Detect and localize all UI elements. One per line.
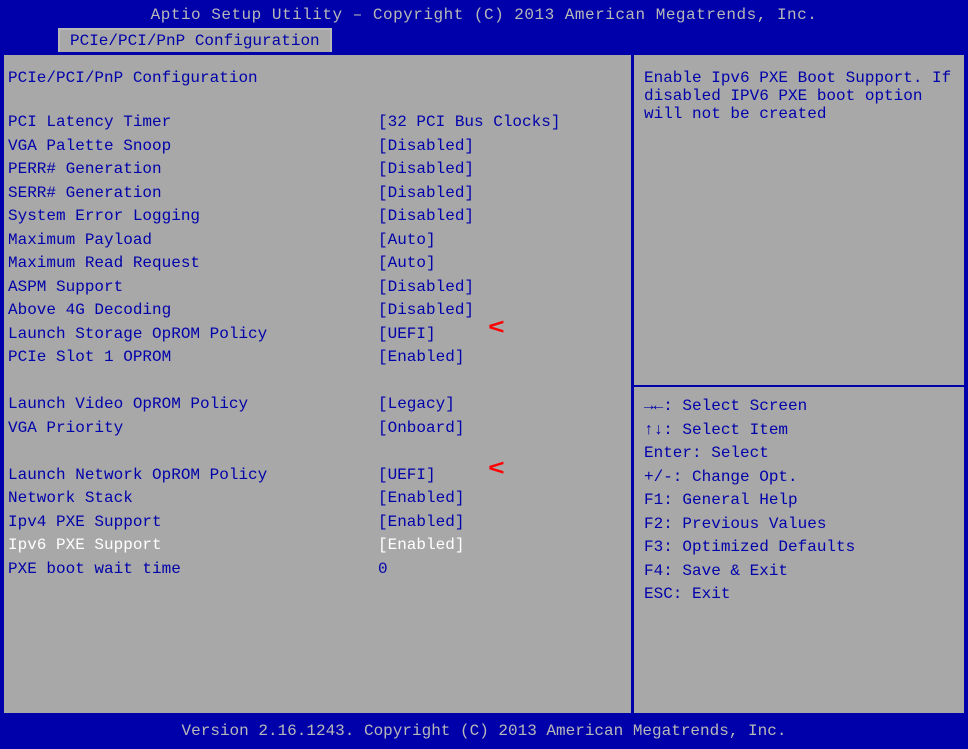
- setting-value[interactable]: [Disabled]: [378, 205, 474, 229]
- setting-label: System Error Logging: [8, 205, 378, 229]
- setting-label: PXE boot wait time: [8, 558, 378, 582]
- title-bar: Aptio Setup Utility – Copyright (C) 2013…: [4, 0, 964, 28]
- annotation-arrow-icon: <: [488, 460, 505, 479]
- setting-label: Maximum Read Request: [8, 252, 378, 276]
- setting-label: SERR# Generation: [8, 182, 378, 206]
- spacer: [8, 440, 627, 464]
- help-key-line: F1: General Help: [644, 489, 958, 513]
- setting-row[interactable]: PERR# Generation[Disabled]: [8, 158, 627, 182]
- setting-row[interactable]: Ipv6 PXE Support[Enabled]: [8, 534, 627, 558]
- setting-row[interactable]: VGA Priority[Onboard]: [8, 417, 627, 441]
- setting-row[interactable]: VGA Palette Snoop[Disabled]: [8, 135, 627, 159]
- annotation-arrow-icon: <: [488, 319, 505, 338]
- setting-label: ASPM Support: [8, 276, 378, 300]
- setting-label: Launch Storage OpROM Policy: [8, 323, 378, 347]
- setting-value[interactable]: [Disabled]: [378, 182, 474, 206]
- setting-row[interactable]: Ipv4 PXE Support[Enabled]: [8, 511, 627, 535]
- setting-label: Maximum Payload: [8, 229, 378, 253]
- setting-label: VGA Palette Snoop: [8, 135, 378, 159]
- spacer: [8, 370, 627, 394]
- help-keys: →←: Select Screen↑↓: Select ItemEnter: S…: [644, 395, 958, 607]
- setting-value[interactable]: [Enabled]: [378, 487, 464, 511]
- help-key-line: F4: Save & Exit: [644, 560, 958, 584]
- setting-row[interactable]: PCIe Slot 1 OPROM[Enabled]: [8, 346, 627, 370]
- setting-value[interactable]: 0: [378, 558, 388, 582]
- footer: Version 2.16.1243. Copyright (C) 2013 Am…: [4, 716, 964, 746]
- tab-row: PCIe/PCI/PnP Configuration: [4, 28, 964, 52]
- setting-row[interactable]: Network Stack[Enabled]: [8, 487, 627, 511]
- setting-label: PCI Latency Timer: [8, 111, 378, 135]
- setting-value[interactable]: [Disabled]: [378, 299, 474, 323]
- setting-label: Launch Video OpROM Policy: [8, 393, 378, 417]
- setting-label: Network Stack: [8, 487, 378, 511]
- setting-label: Launch Network OpROM Policy: [8, 464, 378, 488]
- setting-label: Above 4G Decoding: [8, 299, 378, 323]
- setting-row[interactable]: SERR# Generation[Disabled]: [8, 182, 627, 206]
- setting-value[interactable]: [Disabled]: [378, 158, 474, 182]
- main-content: PCIe/PCI/PnP Configuration PCI Latency T…: [4, 52, 964, 716]
- setting-row[interactable]: Maximum Read Request[Auto]: [8, 252, 627, 276]
- setting-row[interactable]: Launch Video OpROM Policy[Legacy]: [8, 393, 627, 417]
- setting-label: VGA Priority: [8, 417, 378, 441]
- setting-row[interactable]: System Error Logging[Disabled]: [8, 205, 627, 229]
- tab-pcie[interactable]: PCIe/PCI/PnP Configuration: [58, 28, 332, 52]
- setting-value[interactable]: [Disabled]: [378, 276, 474, 300]
- help-key-line: +/-: Change Opt.: [644, 466, 958, 490]
- help-key-line: F2: Previous Values: [644, 513, 958, 537]
- setting-value[interactable]: [32 PCI Bus Clocks]: [378, 111, 560, 135]
- divider: [634, 385, 964, 387]
- setting-value[interactable]: [Auto]: [378, 252, 436, 276]
- settings-panel: PCIe/PCI/PnP Configuration PCI Latency T…: [4, 55, 634, 713]
- help-key-line: ESC: Exit: [644, 583, 958, 607]
- setting-row[interactable]: Maximum Payload[Auto]: [8, 229, 627, 253]
- setting-label: PERR# Generation: [8, 158, 378, 182]
- setting-row[interactable]: Above 4G Decoding[Disabled]: [8, 299, 627, 323]
- setting-row[interactable]: Launch Network OpROM Policy[UEFI]<: [8, 464, 627, 488]
- setting-value[interactable]: [UEFI]: [378, 323, 436, 347]
- help-panel: Enable Ipv6 PXE Boot Support. If disable…: [634, 55, 964, 713]
- setting-label: PCIe Slot 1 OPROM: [8, 346, 378, 370]
- help-key-line: Enter: Select: [644, 442, 958, 466]
- setting-row[interactable]: PCI Latency Timer[32 PCI Bus Clocks]: [8, 111, 627, 135]
- help-key-line: F3: Optimized Defaults: [644, 536, 958, 560]
- setting-row[interactable]: ASPM Support[Disabled]: [8, 276, 627, 300]
- setting-value[interactable]: [Enabled]: [378, 511, 464, 535]
- section-title: PCIe/PCI/PnP Configuration: [8, 69, 627, 87]
- setting-label: Ipv4 PXE Support: [8, 511, 378, 535]
- setting-value[interactable]: [Legacy]: [378, 393, 455, 417]
- help-key-line: ↑↓: Select Item: [644, 419, 958, 443]
- help-description: Enable Ipv6 PXE Boot Support. If disable…: [644, 69, 958, 379]
- setting-value[interactable]: [Enabled]: [378, 534, 464, 558]
- setting-value[interactable]: [Onboard]: [378, 417, 464, 441]
- setting-row[interactable]: PXE boot wait time0: [8, 558, 627, 582]
- setting-value[interactable]: [Auto]: [378, 229, 436, 253]
- setting-value[interactable]: [Enabled]: [378, 346, 464, 370]
- help-key-line: →←: Select Screen: [644, 395, 958, 419]
- setting-label: Ipv6 PXE Support: [8, 534, 378, 558]
- setting-value[interactable]: [UEFI]: [378, 464, 436, 488]
- setting-row[interactable]: Launch Storage OpROM Policy[UEFI]<: [8, 323, 627, 347]
- setting-value[interactable]: [Disabled]: [378, 135, 474, 159]
